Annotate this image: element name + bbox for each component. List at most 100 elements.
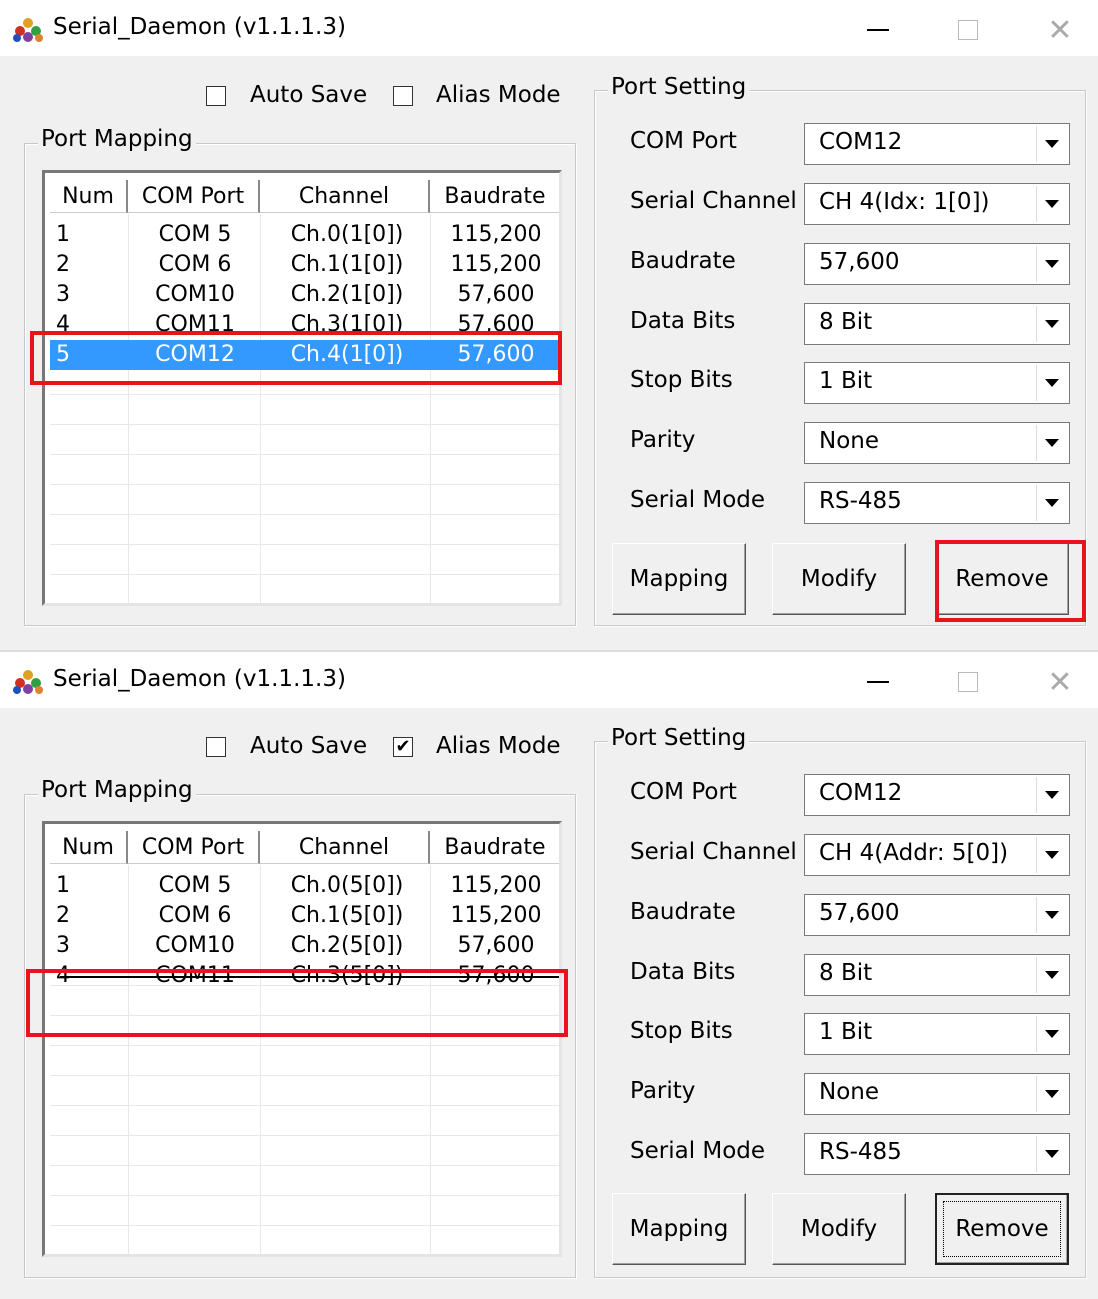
modify-button[interactable]: Modify <box>772 543 906 615</box>
close-icon[interactable]: ✕ <box>1040 10 1080 50</box>
dropdown-arrow-icon[interactable] <box>1036 897 1067 933</box>
alias-mode-label: Alias Mode <box>436 733 561 759</box>
serial-channel-value: CH 4(Idx: 1[0]) <box>819 189 990 215</box>
column-header-com-port[interactable]: COM Port <box>128 180 260 213</box>
alias-mode-checkbox[interactable]: ✔ <box>393 737 413 757</box>
com-port-label: COM Port <box>630 779 737 805</box>
com-port-select[interactable]: COM12 <box>804 123 1070 165</box>
column-header-num[interactable]: Num <box>50 831 128 864</box>
cell-com-port: COM 5 <box>158 222 232 247</box>
auto-save-checkbox[interactable] <box>206 86 226 106</box>
baudrate-select[interactable]: 57,600 <box>804 243 1070 285</box>
column-header-channel[interactable]: Channel <box>260 180 430 213</box>
dropdown-arrow-icon[interactable] <box>1036 1076 1067 1112</box>
alias-mode-label: Alias Mode <box>436 82 561 108</box>
serial-mode-select[interactable]: RS-485 <box>804 1133 1070 1175</box>
cell-channel: Ch.2(1[0]) <box>290 282 404 307</box>
parity-select[interactable]: None <box>804 1073 1070 1115</box>
dropdown-arrow-icon[interactable] <box>1036 246 1067 282</box>
auto-save-label: Auto Save <box>250 733 368 759</box>
title-bar[interactable]: Serial_Daemon (v1.1.1.3) ✕ <box>0 0 1098 56</box>
cell-channel: Ch.0(1[0]) <box>290 222 404 247</box>
dropdown-arrow-icon[interactable] <box>1036 957 1067 993</box>
mapping-button[interactable]: Mapping <box>612 543 746 615</box>
table-row[interactable]: 1 COM 5 Ch.0(5[0]) 115,200 <box>50 871 559 901</box>
cell-baudrate: 115,200 <box>450 252 542 277</box>
table-row[interactable]: 1 COM 5 Ch.0(1[0]) 115,200 <box>50 220 559 250</box>
cell-channel: Ch.2(5[0]) <box>290 933 404 958</box>
dropdown-arrow-icon[interactable] <box>1036 837 1067 873</box>
column-header-channel[interactable]: Channel <box>260 831 430 864</box>
data-bits-label: Data Bits <box>630 959 736 985</box>
serial-channel-select[interactable]: CH 4(Addr: 5[0]) <box>804 834 1070 876</box>
data-bits-select[interactable]: 8 Bit <box>804 303 1070 345</box>
highlight-box <box>30 331 562 385</box>
serial-channel-value: CH 4(Addr: 5[0]) <box>819 840 1009 866</box>
close-icon[interactable]: ✕ <box>1040 662 1080 702</box>
baudrate-select[interactable]: 57,600 <box>804 894 1070 936</box>
port-mapping-list[interactable]: Num COM Port Channel Baudrate 1 COM 5 Ch… <box>42 170 562 606</box>
minimize-icon[interactable] <box>858 10 898 50</box>
column-header-num[interactable]: Num <box>50 180 128 213</box>
serial-mode-select[interactable]: RS-485 <box>804 482 1070 524</box>
com-port-value: COM12 <box>819 129 903 155</box>
modify-button[interactable]: Modify <box>772 1193 906 1265</box>
checkmark-icon: ✔ <box>395 736 411 757</box>
serial-mode-label: Serial Mode <box>630 487 766 513</box>
table-row[interactable]: 2 COM 6 Ch.1(1[0]) 115,200 <box>50 250 559 280</box>
dropdown-arrow-icon[interactable] <box>1036 306 1067 342</box>
port-setting-title: Port Setting <box>608 74 750 100</box>
column-header-baudrate[interactable]: Baudrate <box>430 831 559 864</box>
alias-mode-checkbox[interactable] <box>393 86 413 106</box>
cell-channel: Ch.0(5[0]) <box>290 873 404 898</box>
port-mapping-list[interactable]: Num COM Port Channel Baudrate 1 COM 5 Ch… <box>42 821 562 1257</box>
maximize-icon[interactable] <box>948 10 988 50</box>
serial-mode-value: RS-485 <box>819 1139 902 1165</box>
dropdown-arrow-icon[interactable] <box>1036 777 1067 813</box>
parity-value: None <box>819 428 880 454</box>
baudrate-label: Baudrate <box>630 248 736 274</box>
dropdown-arrow-icon[interactable] <box>1036 186 1067 222</box>
cell-com-port: COM 6 <box>158 903 232 928</box>
table-row[interactable]: 2 COM 6 Ch.1(5[0]) 115,200 <box>50 901 559 931</box>
stop-bits-label: Stop Bits <box>630 1018 733 1044</box>
dropdown-arrow-icon[interactable] <box>1036 485 1067 521</box>
cell-com-port: COM10 <box>155 933 235 958</box>
stop-bits-value: 1 Bit <box>819 1019 873 1045</box>
window-title: Serial_Daemon (v1.1.1.3) <box>53 666 346 692</box>
title-bar[interactable]: Serial_Daemon (v1.1.1.3) ✕ <box>0 652 1098 708</box>
column-header-baudrate[interactable]: Baudrate <box>430 180 559 213</box>
stop-bits-select[interactable]: 1 Bit <box>804 1013 1070 1055</box>
port-setting-title: Port Setting <box>608 725 750 751</box>
table-row[interactable]: 3 COM10 Ch.2(5[0]) 57,600 <box>50 931 559 961</box>
minimize-icon[interactable] <box>858 662 898 702</box>
cell-num: 1 <box>56 222 70 247</box>
column-header-com-port[interactable]: COM Port <box>128 831 260 864</box>
com-port-select[interactable]: COM12 <box>804 774 1070 816</box>
cell-baudrate: 115,200 <box>450 873 542 898</box>
cell-num: 3 <box>56 282 70 307</box>
parity-select[interactable]: None <box>804 422 1070 464</box>
stop-bits-select[interactable]: 1 Bit <box>804 362 1070 404</box>
table-row[interactable]: 3 COM10 Ch.2(1[0]) 57,600 <box>50 280 559 310</box>
app-icon <box>13 18 43 42</box>
dropdown-arrow-icon[interactable] <box>1036 1136 1067 1172</box>
stop-bits-value: 1 Bit <box>819 368 873 394</box>
dropdown-arrow-icon[interactable] <box>1036 365 1067 401</box>
serial-channel-select[interactable]: CH 4(Idx: 1[0]) <box>804 183 1070 225</box>
highlight-box <box>26 969 568 1037</box>
serial-channel-label: Serial Channel <box>630 839 797 865</box>
dropdown-arrow-icon[interactable] <box>1036 425 1067 461</box>
data-bits-select[interactable]: 8 Bit <box>804 954 1070 996</box>
dropdown-arrow-icon[interactable] <box>1036 1016 1067 1052</box>
cell-num: 3 <box>56 933 70 958</box>
auto-save-label: Auto Save <box>250 82 368 108</box>
auto-save-checkbox[interactable] <box>206 737 226 757</box>
maximize-icon[interactable] <box>948 662 988 702</box>
baudrate-value: 57,600 <box>819 900 900 926</box>
remove-button[interactable]: Remove <box>935 1193 1069 1265</box>
parity-label: Parity <box>630 427 696 453</box>
cell-baudrate: 115,200 <box>450 222 542 247</box>
mapping-button[interactable]: Mapping <box>612 1193 746 1265</box>
dropdown-arrow-icon[interactable] <box>1036 126 1067 162</box>
